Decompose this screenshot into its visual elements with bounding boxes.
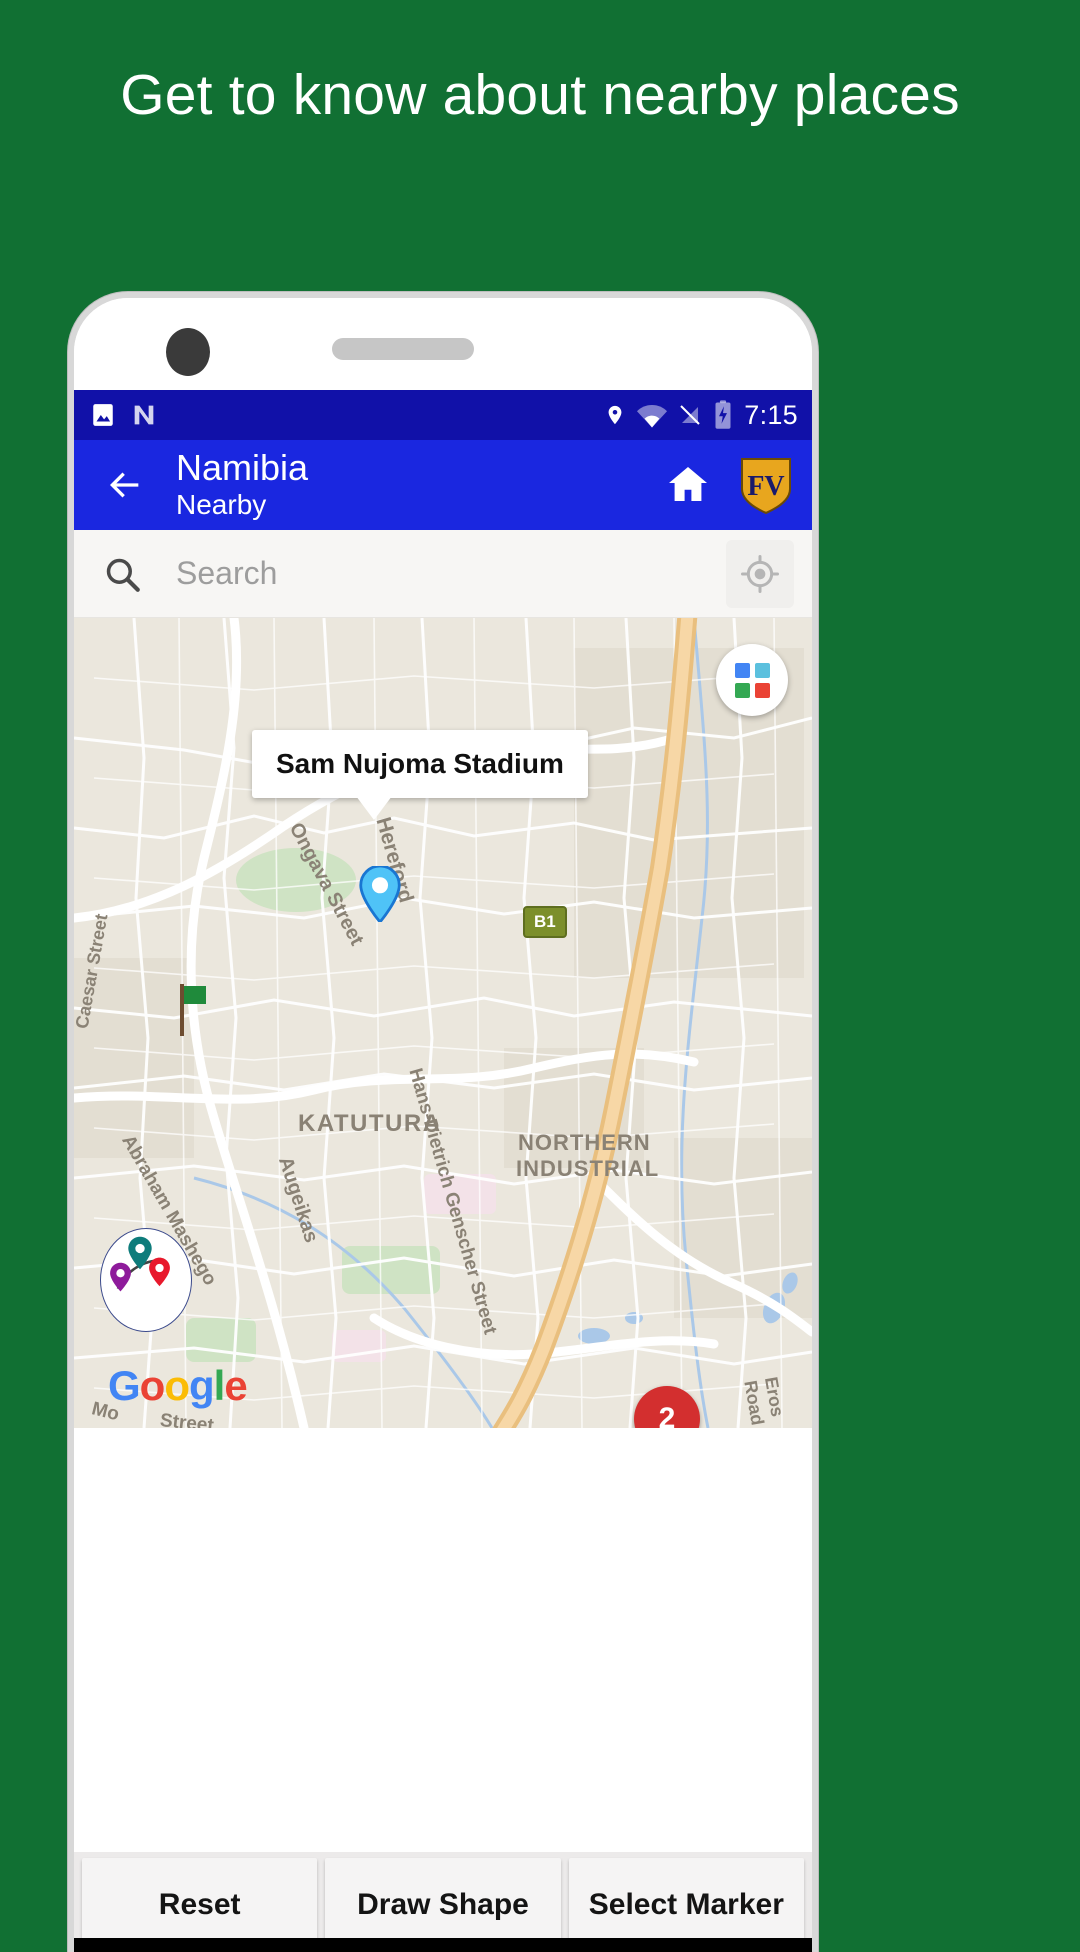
image-icon: [93, 404, 113, 426]
google-attribution: Google: [108, 1362, 248, 1409]
nova-launcher-icon: [134, 405, 154, 425]
battery-charging-icon: [715, 400, 731, 429]
location-icon: [608, 405, 622, 425]
three-pins-icon: [110, 1236, 170, 1292]
page-subtitle: Nearby: [176, 489, 267, 520]
android-status-bar: 7:15: [74, 390, 812, 440]
map-layers-button[interactable]: [716, 644, 788, 716]
flag-icon: [180, 984, 206, 1036]
search-bar: [74, 530, 812, 618]
my-location-icon: [741, 554, 779, 593]
home-icon: [669, 467, 707, 501]
page-title: Namibia: [176, 447, 309, 488]
home-button[interactable]: [660, 457, 716, 513]
front-camera-icon: [166, 328, 210, 376]
marker-callout[interactable]: Sam Nujoma Stadium: [252, 730, 588, 820]
selected-map-pin[interactable]: [359, 866, 401, 922]
brand-logo-text: FV: [747, 471, 784, 502]
highway-shield-b1: B1: [523, 906, 567, 938]
android-navigation-bar: [74, 1938, 812, 1952]
shield-icon: FV: [741, 458, 791, 515]
layers-grid-icon: [734, 662, 770, 698]
brand-logo[interactable]: FV: [738, 455, 794, 515]
promo-headline: Get to know about nearby places: [120, 63, 960, 127]
signal-off-icon: [680, 405, 700, 425]
phone-mockup: 7:15 Namibia Nearby FV Search Ongava Str…: [68, 292, 818, 1952]
map-canvas[interactable]: Ongava Street Hereford Caesar Street Abr…: [74, 618, 812, 1428]
back-button[interactable]: [96, 456, 154, 514]
earpiece-speaker: [332, 338, 474, 360]
app-bar-titles: Namibia Nearby: [176, 448, 308, 522]
arrow-left-icon: [110, 472, 139, 498]
search-icon: [96, 553, 148, 595]
my-location-button[interactable]: [726, 539, 794, 608]
flag-marker[interactable]: [172, 980, 212, 1040]
app-bar-actions: FV: [660, 455, 794, 515]
phone-screen: 7:15 Namibia Nearby FV Search Ongava Str…: [74, 298, 812, 1952]
phone-notch-row: [74, 298, 812, 390]
bottom-action-bar: Reset Draw Shape Select Marker: [74, 1852, 812, 1952]
search-input[interactable]: [176, 555, 726, 592]
map-pin-icon: [359, 866, 401, 922]
app-bar: Namibia Nearby FV: [74, 440, 812, 530]
app-logo-badge: [100, 1228, 192, 1332]
wifi-icon: [637, 405, 668, 428]
status-bar-clock: 7:15: [744, 399, 798, 430]
